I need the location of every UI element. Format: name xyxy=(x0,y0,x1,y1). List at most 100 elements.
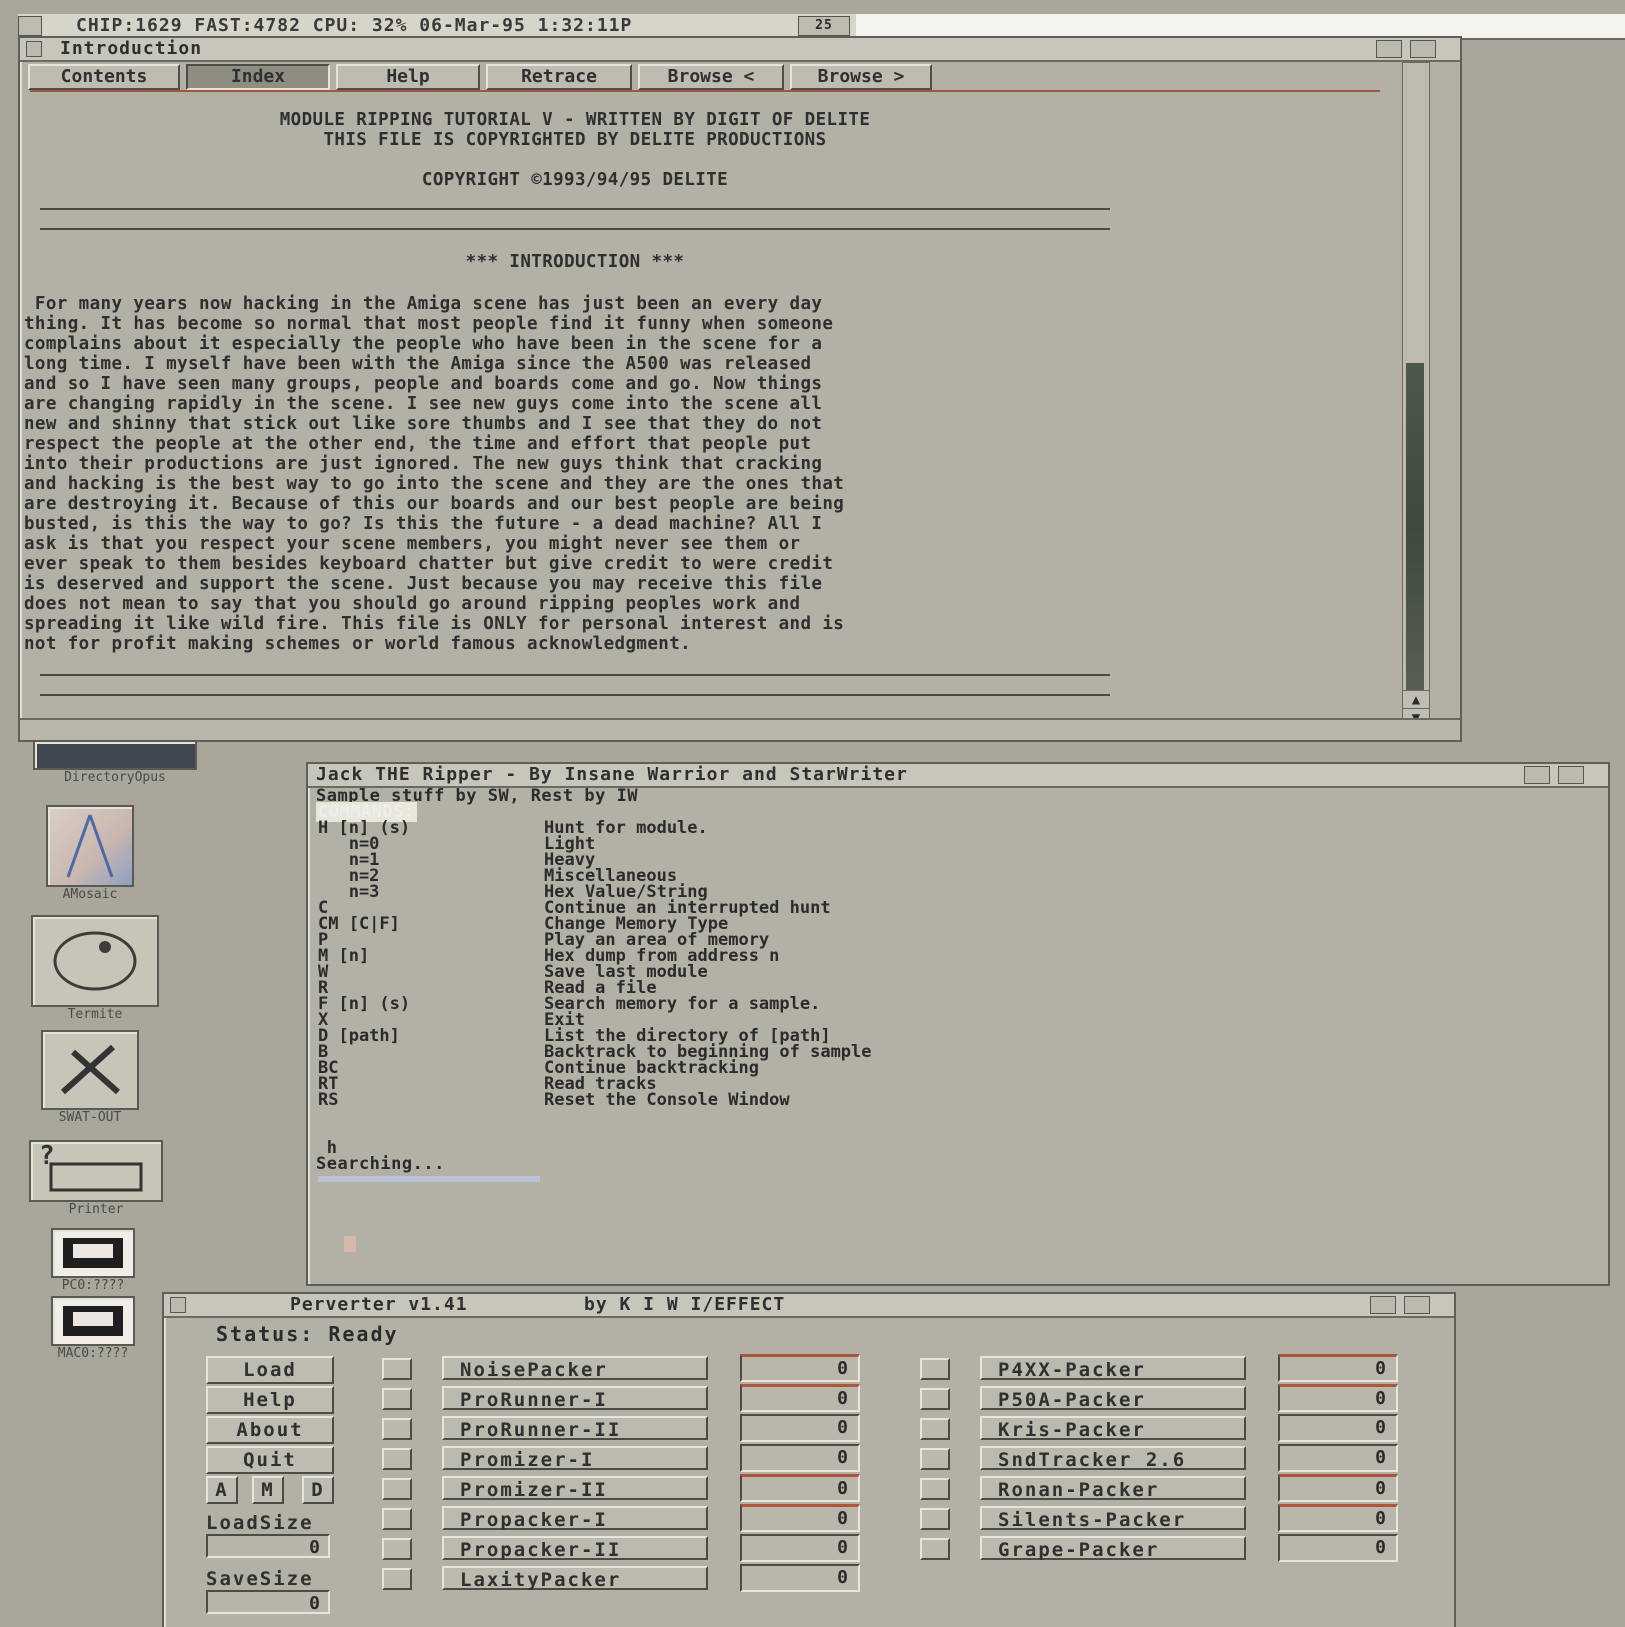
amigaguide-window[interactable]: Introduction Contents Index Help Retrace… xyxy=(18,36,1462,742)
browse-next-button[interactable]: Browse > xyxy=(790,64,932,90)
depth-gadget-icon[interactable] xyxy=(1410,40,1436,58)
mac0-disk-icon[interactable]: MAC0:???? xyxy=(48,1296,138,1362)
savesize-field[interactable]: 0 xyxy=(206,1590,330,1614)
d-button[interactable]: D xyxy=(302,1476,334,1504)
browse-prev-button[interactable]: Browse < xyxy=(638,64,784,90)
packer-checkbox[interactable] xyxy=(382,1418,412,1440)
close-gadget-icon[interactable] xyxy=(26,41,42,57)
rule xyxy=(40,674,1110,676)
close-gadget-icon[interactable] xyxy=(170,1297,186,1313)
perverter-titlebar[interactable]: Perverter v1.41 by K I W I/EFFECT xyxy=(164,1294,1454,1318)
packer-button[interactable]: Ronan-Packer xyxy=(980,1476,1246,1501)
horizontal-scrollbar[interactable] xyxy=(20,718,1460,740)
scroll-up-icon[interactable]: ▲ xyxy=(1402,690,1430,710)
packer-checkbox[interactable] xyxy=(382,1448,412,1470)
perverter-author: by K I W I/EFFECT xyxy=(584,1294,786,1315)
amosaic-icon[interactable]: AMosaic xyxy=(45,805,135,903)
printer-icon[interactable]: ? Printer xyxy=(28,1140,164,1218)
packer-button[interactable]: Promizer-II xyxy=(442,1476,708,1501)
packer-button[interactable]: SndTracker 2.6 xyxy=(980,1446,1246,1471)
packer-button[interactable]: P50A-Packer xyxy=(980,1386,1246,1411)
console-cursor-line xyxy=(318,1176,540,1182)
body-line: not for profit making schemes or world f… xyxy=(24,634,692,654)
loadsize-field[interactable]: 0 xyxy=(206,1534,330,1558)
printer-glyph-icon: ? xyxy=(39,1141,143,1192)
rule xyxy=(40,228,1110,230)
help-button[interactable]: Help xyxy=(206,1386,334,1414)
contents-button[interactable]: Contents xyxy=(28,64,180,90)
packer-button[interactable]: NoisePacker xyxy=(442,1356,708,1381)
packer-checkbox[interactable] xyxy=(920,1478,950,1500)
packer-button[interactable]: Kris-Packer xyxy=(980,1416,1246,1441)
packer-count: 0 xyxy=(740,1564,860,1592)
index-button[interactable]: Index xyxy=(186,64,330,90)
help-button[interactable]: Help xyxy=(336,64,480,90)
packer-checkbox[interactable] xyxy=(382,1358,412,1380)
load-button[interactable]: Load xyxy=(206,1356,334,1384)
retrace-button[interactable]: Retrace xyxy=(486,64,632,90)
directoryopus-icon[interactable]: DirectoryOpus xyxy=(30,740,200,786)
depth-gadget-icon[interactable] xyxy=(1558,766,1584,784)
jack-the-ripper-window[interactable]: Jack THE Ripper - By Insane Warrior and … xyxy=(306,762,1610,1286)
packer-button[interactable]: ProRunner-I xyxy=(442,1386,708,1411)
packer-checkbox[interactable] xyxy=(382,1508,412,1530)
packer-count: 0 xyxy=(740,1384,860,1412)
packer-button[interactable]: Grape-Packer xyxy=(980,1536,1246,1561)
packer-button[interactable]: Propacker-I xyxy=(442,1506,708,1531)
zoom-gadget-icon[interactable] xyxy=(1370,1296,1396,1314)
packer-button[interactable]: LaxityPacker xyxy=(442,1566,708,1591)
scroll-knob[interactable] xyxy=(1406,363,1424,693)
screen-badge: 25 xyxy=(798,16,850,36)
packer-checkbox[interactable] xyxy=(920,1418,950,1440)
packer-checkbox[interactable] xyxy=(920,1448,950,1470)
zoom-gadget-icon[interactable] xyxy=(1524,766,1550,784)
separator xyxy=(30,90,1380,92)
command-description: Search memory for a sample. xyxy=(544,994,821,1014)
command-key: RS xyxy=(318,1090,339,1110)
packer-checkbox[interactable] xyxy=(920,1538,950,1560)
pc0-disk-icon[interactable]: PC0:???? xyxy=(48,1228,138,1294)
body-line: does not mean to say that you should go … xyxy=(24,594,801,614)
packer-count: 0 xyxy=(1278,1414,1398,1442)
vertical-scrollbar[interactable] xyxy=(1402,62,1430,704)
packer-checkbox[interactable] xyxy=(382,1388,412,1410)
section-heading: *** INTRODUCTION *** xyxy=(465,252,685,272)
header-line-1: MODULE RIPPING TUTORIAL V - WRITTEN BY D… xyxy=(279,110,871,130)
packer-count: 0 xyxy=(1278,1534,1398,1562)
command-key: D [path] xyxy=(318,1026,400,1046)
packer-button[interactable]: Silents-Packer xyxy=(980,1506,1246,1531)
packer-checkbox[interactable] xyxy=(920,1508,950,1530)
about-button[interactable]: About xyxy=(206,1416,334,1444)
screen-depth-gadget[interactable] xyxy=(18,16,42,36)
depth-gadget-icon[interactable] xyxy=(1404,1296,1430,1314)
packer-button[interactable]: ProRunner-II xyxy=(442,1416,708,1441)
m-button[interactable]: M xyxy=(252,1476,284,1504)
swat-out-icon[interactable]: SWAT-OUT xyxy=(40,1030,140,1126)
packer-checkbox[interactable] xyxy=(382,1568,412,1590)
packer-checkbox[interactable] xyxy=(920,1358,950,1380)
guide-button-bar: Contents Index Help Retrace Browse < Bro… xyxy=(28,64,1408,90)
packer-count: 0 xyxy=(740,1534,860,1562)
packer-button[interactable]: P4XX-Packer xyxy=(980,1356,1246,1381)
packer-count: 0 xyxy=(740,1504,860,1532)
body-line: respect the people at the other end, the… xyxy=(24,434,812,454)
zoom-gadget-icon[interactable] xyxy=(1376,40,1402,58)
loadsize-label: LoadSize xyxy=(206,1512,314,1534)
console-cursor xyxy=(344,1236,356,1252)
jack-titlebar[interactable]: Jack THE Ripper - By Insane Warrior and … xyxy=(308,764,1608,788)
amosaic-logo-icon xyxy=(66,814,114,878)
perverter-window[interactable]: Perverter v1.41 by K I W I/EFFECT Status… xyxy=(162,1292,1456,1627)
a-button[interactable]: A xyxy=(206,1476,238,1504)
packer-button[interactable]: Propacker-II xyxy=(442,1536,708,1561)
packer-checkbox[interactable] xyxy=(920,1388,950,1410)
termite-icon[interactable]: Termite xyxy=(30,915,160,1023)
body-line: thing. It has become so normal that most… xyxy=(24,314,834,334)
packer-button[interactable]: Promizer-I xyxy=(442,1446,708,1471)
quit-button[interactable]: Quit xyxy=(206,1446,334,1474)
command-description: Reset the Console Window xyxy=(544,1090,790,1110)
packer-checkbox[interactable] xyxy=(382,1538,412,1560)
packer-count: 0 xyxy=(740,1354,860,1382)
packer-checkbox[interactable] xyxy=(382,1478,412,1500)
guide-titlebar[interactable]: Introduction xyxy=(20,38,1460,62)
packer-count: 0 xyxy=(740,1474,860,1502)
